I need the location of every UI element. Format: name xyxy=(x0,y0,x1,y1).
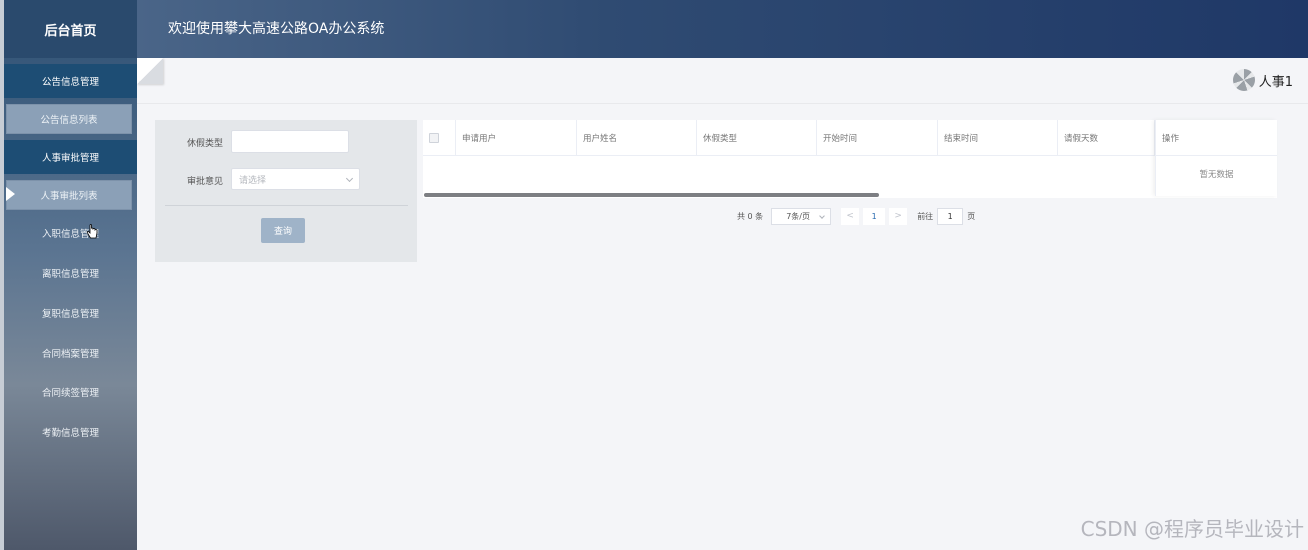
sidebar-brand-home[interactable]: 后台首页 xyxy=(4,0,137,58)
column-user-name[interactable]: 用户姓名 xyxy=(577,120,697,156)
select-all-cell xyxy=(423,120,456,156)
approval-opinion-label: 审批意见 xyxy=(186,177,223,187)
horizontal-scrollbar[interactable] xyxy=(424,193,879,197)
total-count: 共 0 条 xyxy=(737,211,764,221)
page-title: 欢迎使用攀大高速公路OA办公系统 xyxy=(168,21,385,37)
column-leave-days[interactable]: 请假天数 xyxy=(1058,120,1155,156)
sidebar-item-attendance-management[interactable]: 考勤信息管理 xyxy=(4,415,137,449)
page-size-select[interactable]: 7条/页 xyxy=(771,207,832,225)
page-suffix: 页 xyxy=(967,211,976,221)
prev-page-button[interactable]: < xyxy=(841,207,860,225)
watermark: CSDN @程序员毕业设计 xyxy=(1080,517,1304,541)
goto-label: 前往 xyxy=(917,211,934,221)
sidebar-item-hr-approval-management[interactable]: 人事审批管理 xyxy=(4,140,137,174)
user-name[interactable]: 人事1 xyxy=(1259,71,1293,90)
sidebar-item-reinstatement-management[interactable]: 复职信息管理 xyxy=(4,296,137,330)
form-divider xyxy=(165,205,408,206)
sidebar-item-contract-archive-management[interactable]: 合同档案管理 xyxy=(4,336,137,370)
approval-opinion-placeholder: 请选择 xyxy=(239,175,267,186)
table-body xyxy=(423,156,1277,192)
select-all-checkbox[interactable] xyxy=(429,133,439,143)
avatar[interactable] xyxy=(1232,69,1255,91)
sidebar-item-hr-approval-list[interactable]: 人事审批列表 xyxy=(6,180,132,210)
top-bar: 人事1 xyxy=(137,58,1308,104)
approval-opinion-select[interactable]: 请选择 xyxy=(231,168,360,190)
search-panel: 休假类型 审批意见 请选择 查询 xyxy=(155,120,417,262)
sidebar-item-resignation-management[interactable]: 离职信息管理 xyxy=(4,256,137,290)
leave-type-input[interactable] xyxy=(231,130,349,153)
pagination: 共 0 条 7条/页 < 1 > 前往 1 页 xyxy=(737,207,975,225)
active-indicator-icon xyxy=(6,187,15,201)
sidebar-item-notice-management[interactable]: 公告信息管理 xyxy=(4,64,137,98)
page-size-value: 7条/页 xyxy=(786,211,810,221)
next-page-button[interactable]: > xyxy=(889,207,908,225)
hand-cursor-icon xyxy=(86,224,98,239)
chevron-down-icon xyxy=(345,174,354,183)
empty-data-text: 暂无数据 xyxy=(1199,170,1234,180)
column-end-time[interactable]: 结束时间 xyxy=(938,120,1058,156)
sidebar-item-notice-list[interactable]: 公告信息列表 xyxy=(6,104,132,134)
sidebar: 后台首页 公告信息管理 公告信息列表 人事审批管理 人事审批列表 入职信息管理 … xyxy=(0,0,137,550)
table-header: 申请用户 用户姓名 休假类型 开始时间 结束时间 请假天数 xyxy=(423,120,1277,156)
goto-page-input[interactable]: 1 xyxy=(937,207,964,225)
collapse-fold-icon[interactable] xyxy=(137,58,163,84)
chevron-down-icon xyxy=(819,212,826,219)
operation-column: 操作 暂无数据 xyxy=(1155,120,1277,196)
column-start-time[interactable]: 开始时间 xyxy=(817,120,938,156)
data-table: 申请用户 用户姓名 休假类型 开始时间 结束时间 请假天数 操作 暂无数据 xyxy=(423,120,1277,198)
column-applicant[interactable]: 申请用户 xyxy=(456,120,577,156)
column-leave-type[interactable]: 休假类型 xyxy=(697,120,817,156)
query-button[interactable]: 查询 xyxy=(261,218,305,243)
sidebar-item-contract-renewal-management[interactable]: 合同续签管理 xyxy=(4,375,137,409)
app-header: 欢迎使用攀大高速公路OA办公系统 xyxy=(137,0,1308,58)
leave-type-label: 休假类型 xyxy=(186,139,223,149)
page-number-current[interactable]: 1 xyxy=(863,207,886,225)
column-operation: 操作 xyxy=(1156,120,1277,156)
user-menu[interactable]: 人事1 xyxy=(1232,69,1293,91)
sidebar-item-onboarding-management[interactable]: 入职信息管理 xyxy=(4,216,137,250)
